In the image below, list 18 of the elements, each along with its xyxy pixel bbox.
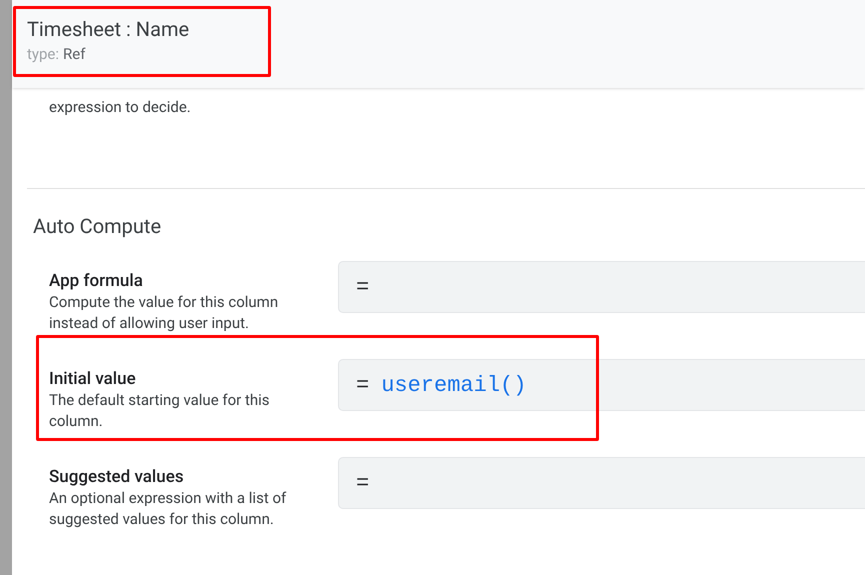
description-text: expression to decide.: [49, 97, 191, 118]
formula-field[interactable]: = useremail(): [338, 359, 865, 411]
equals-sign: =: [356, 372, 370, 400]
field-label: App formula: [49, 270, 143, 292]
type-value: Ref: [63, 44, 86, 64]
field-description: An optional expression with a list of suggested values for this column.: [49, 488, 288, 530]
section-title: Auto Compute: [33, 213, 162, 239]
field-description: The default starting value for this column.: [49, 390, 270, 432]
formula-field[interactable]: =: [338, 457, 865, 509]
field-description: Compute the value for this column instead of allowing user input.: [49, 292, 280, 334]
field-label: Initial value: [49, 368, 136, 390]
formula-text: useremail(): [381, 372, 526, 400]
equals-sign: =: [356, 274, 370, 302]
column-title: Timesheet : Name: [27, 16, 190, 42]
type-label: type:: [27, 44, 60, 64]
equals-sign: =: [356, 470, 370, 498]
formula-field[interactable]: =: [338, 261, 865, 313]
field-label: Suggested values: [49, 466, 184, 488]
